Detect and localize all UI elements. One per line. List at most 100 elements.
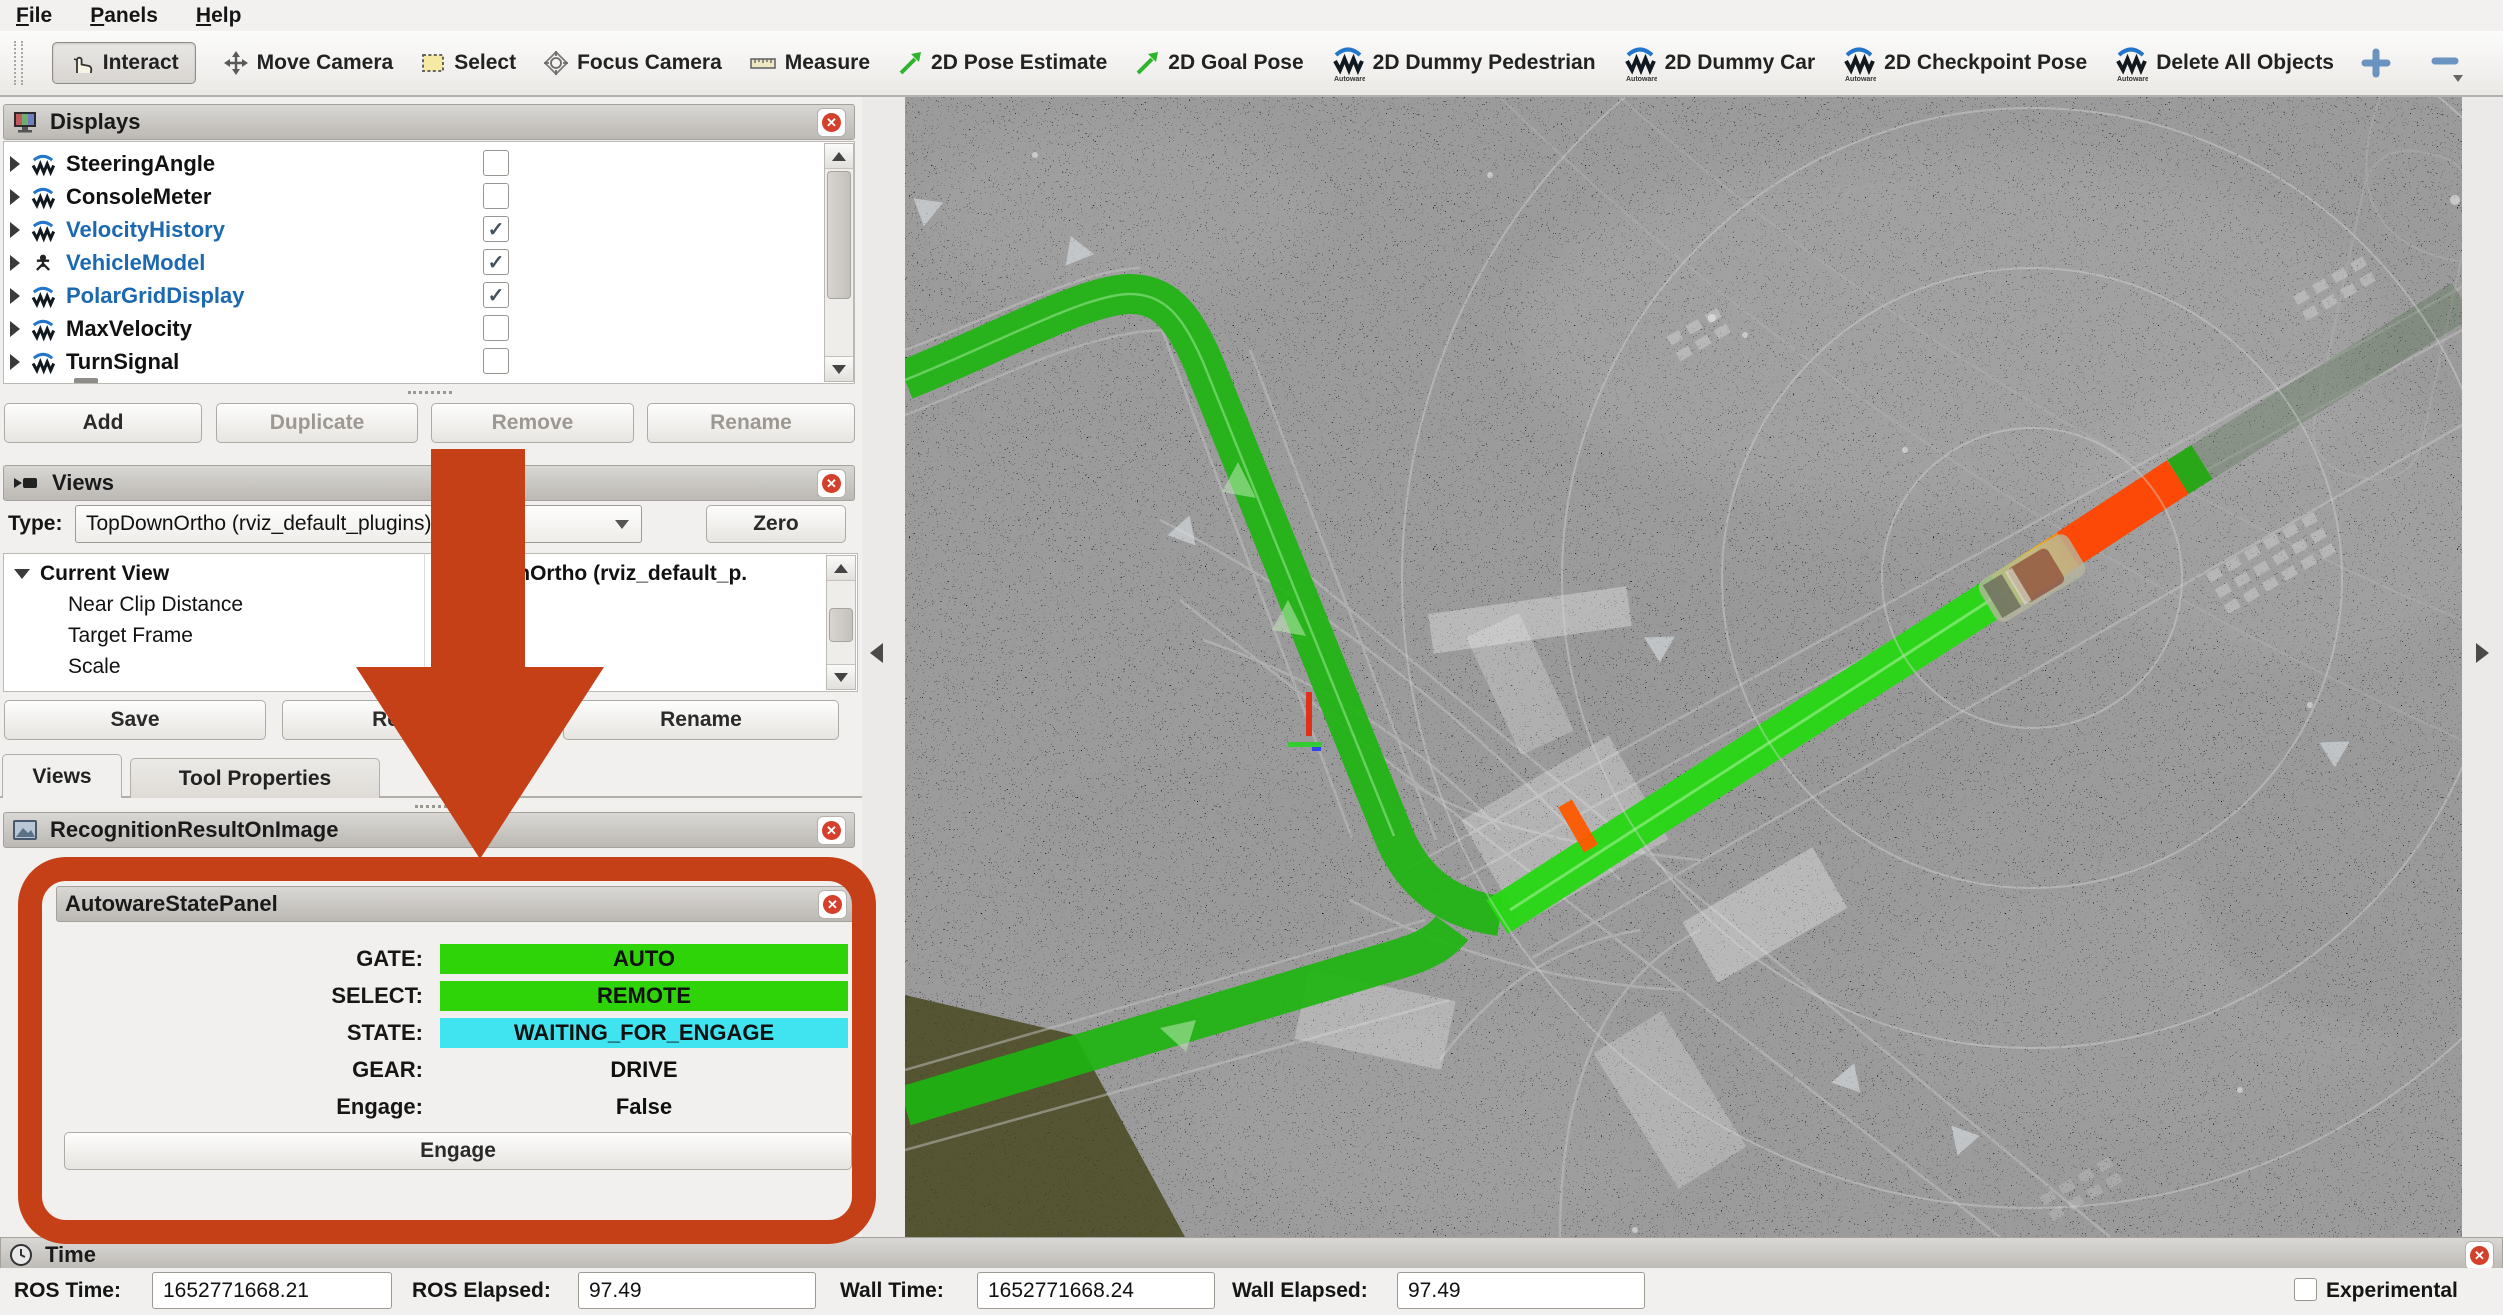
scrollbar-thumb[interactable]: [827, 171, 851, 299]
panel-tab-bar: Views Tool Properties: [0, 752, 862, 798]
display-item-steeringangle[interactable]: SteeringAngle: [10, 147, 480, 180]
autoware-icon: [30, 283, 56, 309]
tab-tool-properties[interactable]: Tool Properties: [130, 758, 380, 798]
zero-button[interactable]: Zero: [706, 505, 846, 543]
engage-button[interactable]: Engage: [64, 1132, 852, 1170]
expander-icon[interactable]: [10, 222, 20, 238]
close-icon[interactable]: ✕: [818, 890, 847, 919]
duplicate-button[interactable]: Duplicate: [216, 403, 418, 443]
display-checkbox[interactable]: [483, 150, 509, 176]
panel-title: Displays: [50, 109, 141, 135]
expander-icon[interactable]: [10, 255, 20, 271]
tool-label: 2D Goal Pose: [1168, 51, 1303, 75]
close-icon[interactable]: ✕: [817, 108, 846, 137]
collapse-left-icon[interactable]: [870, 643, 883, 663]
expander-icon[interactable]: [14, 569, 30, 579]
state-label: STATE:: [140, 1020, 423, 1046]
tree-value[interactable]: viewer: [436, 620, 497, 651]
right-splitter[interactable]: [2462, 97, 2503, 1237]
tool-2d-dummy-pedestrian[interactable]: Autoware 2D Dummy Pedestrian: [1331, 43, 1596, 83]
remove-button[interactable]: Remove: [431, 403, 634, 443]
splitter-handle[interactable]: [415, 805, 459, 808]
autoware-state-panel-header[interactable]: AutowareStatePanel ✕: [56, 886, 856, 922]
rename-button[interactable]: Rename: [647, 403, 855, 443]
expander-icon[interactable]: [10, 354, 20, 370]
tool-move-camera[interactable]: Move Camera: [223, 50, 394, 76]
display-item-consolemeter[interactable]: ConsoleMeter: [10, 180, 480, 213]
add-tool-icon[interactable]: [2361, 48, 2391, 78]
rename-view-button[interactable]: Rename: [563, 700, 839, 740]
display-checkbox[interactable]: ✓: [483, 249, 509, 275]
scrollbar-thumb[interactable]: [829, 608, 853, 642]
scroll-down-icon[interactable]: [827, 664, 855, 689]
display-item-label: VehicleModel: [66, 250, 205, 276]
scroll-down-icon[interactable]: [825, 356, 853, 381]
experimental-checkbox[interactable]: [2294, 1278, 2317, 1301]
menu-file[interactable]: File: [16, 4, 52, 28]
collapse-right-icon[interactable]: [2476, 643, 2489, 663]
view-type-dropdown[interactable]: TopDownOrtho (rviz_default_plugins): [75, 505, 642, 543]
tool-2d-checkpoint-pose[interactable]: Autoware 2D Checkpoint Pose: [1842, 43, 2087, 83]
tree-row-near-clip[interactable]: Near Clip Distance: [68, 589, 243, 620]
display-checkbox[interactable]: ✓: [483, 216, 509, 242]
3d-viewport[interactable]: [905, 97, 2462, 1237]
displays-scrollbar[interactable]: [824, 143, 854, 382]
menu-panels[interactable]: Panels: [90, 4, 158, 28]
tool-2d-pose-estimate[interactable]: 2D Pose Estimate: [897, 50, 1107, 76]
expander-icon[interactable]: [10, 321, 20, 337]
tool-focus-camera[interactable]: Focus Camera: [543, 50, 722, 76]
tool-measure[interactable]: Measure: [749, 50, 870, 76]
display-item-velocityhistory[interactable]: VelocityHistory: [10, 213, 480, 246]
tree-row-scale[interactable]: Scale: [68, 651, 121, 682]
gear-label: GEAR:: [140, 1057, 423, 1083]
expander-icon[interactable]: [10, 189, 20, 205]
tool-interact[interactable]: Interact: [52, 42, 196, 84]
scroll-up-icon[interactable]: [827, 556, 855, 581]
tool-select[interactable]: Select: [420, 50, 516, 76]
tree-row-current-view[interactable]: Current View: [14, 558, 169, 589]
display-item-turnsignal[interactable]: TurnSignal: [10, 345, 480, 378]
tree-row-target-frame[interactable]: Target Frame: [68, 620, 193, 651]
close-icon[interactable]: ✕: [2465, 1241, 2494, 1270]
display-item-vehiclemodel[interactable]: VehicleModel: [10, 246, 480, 279]
close-icon[interactable]: ✕: [817, 469, 846, 498]
views-scrollbar[interactable]: [826, 555, 856, 690]
monitor-icon: [12, 109, 38, 135]
menu-help[interactable]: Help: [196, 4, 242, 28]
time-panel-body: ROS Time: 1652771668.21 ROS Elapsed: 97.…: [0, 1268, 2503, 1315]
panel-splitter[interactable]: [862, 97, 905, 1237]
display-checkbox[interactable]: [483, 315, 509, 341]
wall-elapsed-input[interactable]: 97.49: [1397, 1272, 1645, 1309]
tree-value[interactable]: 0.01: [436, 589, 477, 620]
display-checkbox[interactable]: [483, 348, 509, 374]
toolbar-overflow-icon[interactable]: [2453, 75, 2463, 82]
close-icon[interactable]: ✕: [817, 816, 846, 845]
toolbar: Interact Move Camera Select Focus Camera…: [0, 31, 2503, 97]
remove-tool-icon[interactable]: [2431, 48, 2459, 78]
tab-views[interactable]: Views: [2, 754, 122, 798]
tool-2d-goal-pose[interactable]: 2D Goal Pose: [1134, 50, 1303, 76]
save-button[interactable]: Save: [4, 700, 266, 740]
focus-icon: [543, 50, 569, 76]
recognition-panel-header[interactable]: RecognitionResultOnImage ✕: [3, 812, 855, 848]
expander-icon[interactable]: [10, 156, 20, 172]
ros-time-input[interactable]: 1652771668.21: [152, 1272, 392, 1309]
display-item-polargriddisplay[interactable]: PolarGridDisplay: [10, 279, 480, 312]
display-checkbox[interactable]: [483, 183, 509, 209]
add-button[interactable]: Add: [4, 403, 202, 443]
tool-delete-all-objects[interactable]: Autoware Delete All Objects: [2114, 43, 2334, 83]
wall-time-input[interactable]: 1652771668.24: [977, 1272, 1215, 1309]
tool-2d-dummy-car[interactable]: Autoware 2D Dummy Car: [1623, 43, 1816, 83]
remove-view-button[interactable]: Remove: [282, 700, 544, 740]
autoware-icon: Autoware: [2114, 43, 2148, 83]
splitter-handle[interactable]: [408, 391, 452, 394]
wall-time-label: Wall Time:: [840, 1272, 944, 1310]
scroll-up-icon[interactable]: [825, 144, 853, 169]
display-item-maxvelocity[interactable]: MaxVelocity: [10, 312, 480, 345]
ros-elapsed-input[interactable]: 97.49: [578, 1272, 816, 1309]
toolbar-grip[interactable]: [14, 41, 23, 85]
displays-panel-header[interactable]: Displays ✕: [3, 104, 855, 140]
views-panel-header[interactable]: Views ✕: [3, 465, 855, 501]
expander-icon[interactable]: [10, 288, 20, 304]
display-checkbox[interactable]: ✓: [483, 282, 509, 308]
